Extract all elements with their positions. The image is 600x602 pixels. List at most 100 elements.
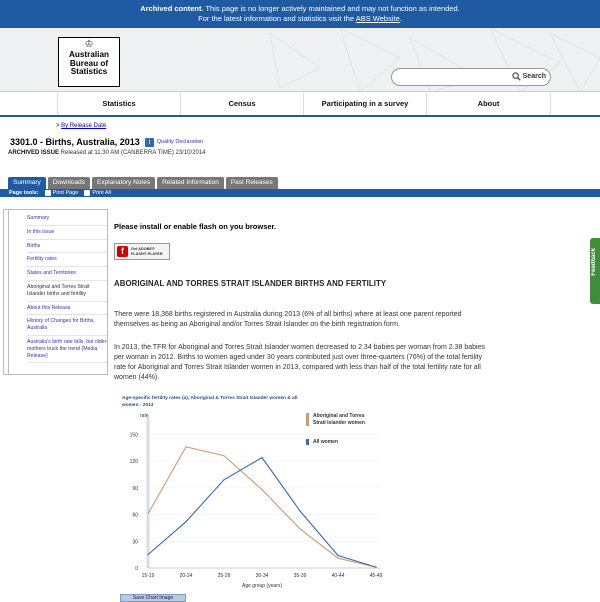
paragraph-births: There were 18,368 births registered in A… (114, 311, 462, 328)
x-tick-label: 30-34 (256, 573, 269, 579)
sidebar-item-media-release[interactable]: Australia's birth rate falls, but older … (27, 336, 107, 364)
search-button-label: Search (522, 73, 546, 80)
page-title: 3301.0 - Births, Australia, 2013 i Qualit… (10, 137, 203, 147)
x-tick-label: 40-44 (332, 573, 345, 579)
print-all-button[interactable]: Print All (84, 189, 111, 197)
abs-website-link[interactable]: ABS Website (356, 14, 400, 23)
feedback-tab[interactable]: Feedback (590, 238, 600, 304)
release-tabs: Summary Downloads Explanatory Notes Rela… (8, 177, 278, 189)
data-point (185, 446, 187, 448)
page-tools-label: Page tools: (9, 190, 39, 196)
legend-label-0: Strait Islander women (313, 420, 365, 426)
legend-label-1: All women (313, 439, 338, 445)
data-point (337, 557, 339, 559)
tab-downloads[interactable]: Downloads (47, 177, 90, 189)
get-flash-button[interactable]: f Get ADOBE® FLASH® PLAYER (114, 243, 170, 260)
abs-logo[interactable]: ♔ Australian Bureau of Statistics (58, 37, 120, 87)
print-all-icon (84, 190, 91, 196)
banner-line2-suffix: . (399, 14, 402, 23)
banner-line2-prefix: For the latest information and statistic… (198, 14, 356, 23)
series-line-1 (147, 456, 377, 568)
main-content: Please install or enable flash on you br… (114, 222, 489, 381)
y-tick-label: 90 (132, 486, 138, 492)
archived-text: Released at 11:30 AM (CANBERRA TIME) 23/… (59, 150, 206, 156)
series-line-0 (147, 446, 377, 568)
flash-icon: f (117, 246, 128, 257)
chart-svg: 0 30 60 90 120 150 rate 15-19 20-24 25-29 30-34 35-… (130, 413, 383, 589)
section-heading: ABORIGINAL AND TORRES STRAIT ISLANDER BI… (114, 279, 387, 288)
save-chart-image-button[interactable]: Save Chart Image (120, 594, 186, 602)
search-box[interactable]: Search (391, 68, 551, 86)
data-point (337, 554, 339, 557)
data-point (375, 566, 377, 568)
y-tick-label: 0 (135, 566, 138, 572)
y-tick-label: 30 (132, 539, 138, 545)
print-all-label: Print All (92, 190, 111, 196)
x-tick-label: 20-24 (180, 573, 193, 579)
quality-declaration-link[interactable]: i Quality Declaration (144, 137, 204, 147)
banner-line1: This page is no longer actively maintain… (203, 4, 460, 13)
sidebar-item-fertility-rates[interactable]: Fertility rates (27, 253, 107, 268)
sidebar-item-about-release[interactable]: About this Release (27, 302, 107, 316)
y-tick-label: 150 (130, 432, 139, 438)
sidebar-list: Summary In this issue Births Fertility r… (8, 210, 107, 374)
data-point (261, 489, 263, 491)
nav-statistics[interactable]: Statistics (57, 93, 180, 115)
data-point (147, 554, 149, 556)
x-axis-label: Age group (years) (242, 583, 282, 589)
feedback-label: Feedback (591, 248, 597, 276)
search-button[interactable]: Search (511, 72, 546, 81)
y-tick-label: 120 (130, 459, 139, 465)
archived-issue-line: ARCHIVED ISSUE Released at 11:30 AM (CAN… (8, 150, 206, 156)
info-icon: i (144, 137, 154, 147)
search-icon (511, 72, 521, 81)
nav-about[interactable]: About (426, 93, 551, 115)
archived-banner: Archived content. This page is no longer… (0, 0, 600, 28)
sidebar-item-births[interactable]: Births (27, 240, 107, 254)
legend-swatch-0 (306, 413, 309, 426)
data-point (299, 528, 301, 530)
x-tick-label: 15-19 (142, 573, 155, 579)
fertility-chart: Age-specific fertility rates (a), Aborig… (114, 393, 394, 600)
quality-declaration-label: Quality Declaration (156, 139, 204, 145)
print-icon (44, 190, 51, 196)
data-point (147, 513, 149, 515)
flash-btn-line2: FLASH® PLAYER (131, 251, 163, 256)
page-title-text: 3301.0 - Births, Australia, 2013 (10, 137, 140, 147)
site-header: ♔ Australian Bureau of Statistics Search (0, 28, 600, 92)
tab-past-releases[interactable]: Past Releases (225, 177, 278, 189)
y-tick-label: 60 (132, 513, 138, 519)
nav-participating[interactable]: Participating in a survey (303, 93, 426, 115)
x-tick-label: 45-49 (370, 573, 383, 579)
x-tick-label: 35-39 (294, 573, 307, 579)
sidebar-item-atsi: Aboriginal and Torres Strait Islander bi… (27, 281, 107, 302)
tab-summary[interactable]: Summary (8, 177, 46, 189)
y-axis-label: rate (140, 413, 149, 419)
data-point (185, 521, 187, 523)
banner-strong: Archived content. (140, 4, 204, 13)
data-point (223, 455, 225, 457)
sidebar-item-summary[interactable]: Summary (27, 212, 107, 226)
main-nav: Statistics Census Participating in a sur… (0, 93, 600, 117)
nav-census[interactable]: Census (180, 93, 303, 115)
sidebar-item-in-this-issue[interactable]: In this issue (27, 226, 107, 240)
data-point (261, 456, 263, 459)
sidebar-item-states[interactable]: States and Territories (27, 267, 107, 281)
paragraph-tfr: In 2013, the TFR for Aboriginal and Torr… (114, 344, 485, 381)
page-tools: Page tools: Print Page Print All (0, 189, 600, 197)
tab-explanatory-notes[interactable]: Explanatory Notes (91, 177, 156, 189)
logo-line3: Statistics (70, 67, 108, 76)
legend-swatch-1 (306, 439, 309, 445)
data-point (223, 479, 225, 481)
flash-message: Please install or enable flash on you br… (114, 222, 277, 231)
print-page-label: Print Page (52, 190, 79, 196)
data-point (299, 510, 301, 512)
tab-related-information[interactable]: Related Information (157, 177, 224, 189)
sidebar-item-history[interactable]: History of Changes for Births, Australia (27, 315, 107, 336)
archived-label: ARCHIVED ISSUE (8, 150, 60, 156)
breadcrumb-link[interactable]: By Release Date (61, 123, 106, 129)
legend-label-0: Aboriginal and Torres (313, 413, 365, 419)
print-page-button[interactable]: Print Page (44, 189, 79, 197)
contents-sidebar: Summary In this issue Births Fertility r… (3, 209, 108, 375)
x-tick-label: 25-29 (218, 573, 231, 579)
